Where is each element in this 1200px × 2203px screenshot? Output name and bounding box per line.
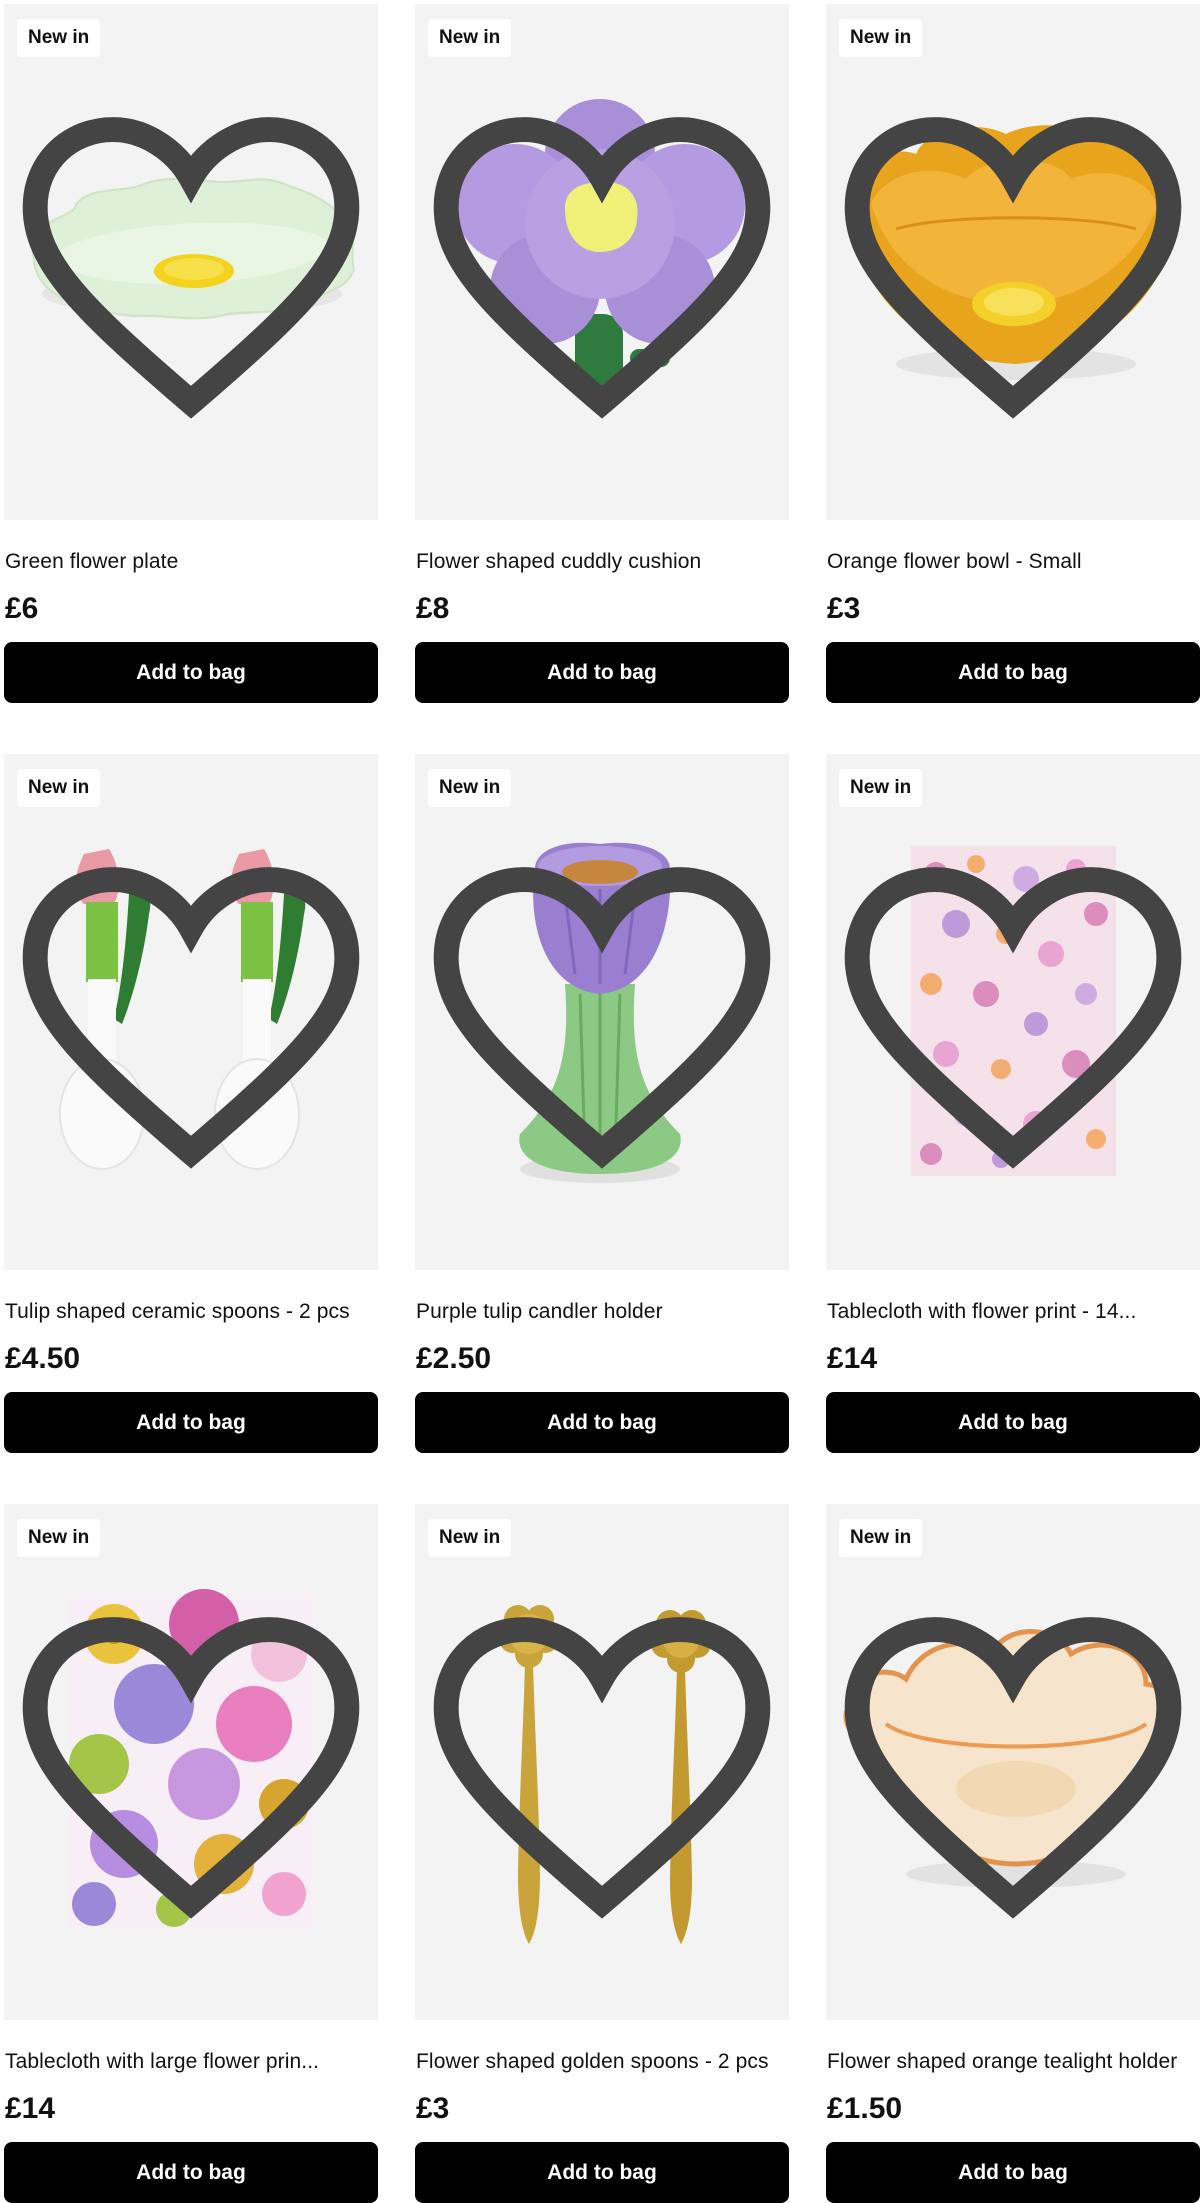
add-to-bag-button[interactable]: Add to bag [4,642,378,703]
product-image[interactable]: New in [415,4,789,520]
product-image[interactable]: New in [4,4,378,520]
heart-outline-icon[interactable] [4,1504,378,2020]
product-title[interactable]: Flower shaped golden spoons - 2 pcs [416,2050,788,2074]
product-image[interactable]: New in [826,1504,1200,2020]
product-image[interactable]: New in [415,1504,789,2020]
heart-outline-icon[interactable] [4,754,378,1270]
add-to-bag-button[interactable]: Add to bag [826,1392,1200,1453]
product-title[interactable]: Purple tulip candler holder [416,1300,788,1324]
product-price: £3 [827,592,861,625]
heart-outline-icon[interactable] [826,1504,1200,2020]
product-price: £4.50 [5,1342,81,1375]
heart-outline-icon[interactable] [4,4,378,520]
add-to-bag-button[interactable]: Add to bag [415,2142,789,2203]
add-to-bag-button[interactable]: Add to bag [415,642,789,703]
product-image[interactable]: New in [826,4,1200,520]
product-image[interactable]: New in [415,754,789,1270]
heart-outline-icon[interactable] [415,1504,789,2020]
product-title[interactable]: Flower shaped cuddly cushion [416,550,788,574]
add-to-bag-button[interactable]: Add to bag [415,1392,789,1453]
product-price: £14 [827,1342,878,1375]
product-grid: New in Green flower plate £6 Add to bag … [0,0,1200,2203]
product-price: £1.50 [827,2092,903,2125]
product-title[interactable]: Tablecloth with flower print - 14... [827,1300,1199,1324]
product-price: £6 [5,592,39,625]
product-title[interactable]: Tablecloth with large flower prin... [5,2050,377,2074]
product-price: £8 [416,592,450,625]
product-title[interactable]: Flower shaped orange tealight holder [827,2050,1199,2074]
product-title[interactable]: Tulip shaped ceramic spoons - 2 pcs [5,1300,377,1324]
add-to-bag-button[interactable]: Add to bag [826,2142,1200,2203]
add-to-bag-button[interactable]: Add to bag [4,1392,378,1453]
heart-outline-icon[interactable] [826,754,1200,1270]
product-image[interactable]: New in [4,754,378,1270]
product-price: £14 [5,2092,56,2125]
product-image[interactable]: New in [826,754,1200,1270]
product-title[interactable]: Green flower plate [5,550,377,574]
product-title[interactable]: Orange flower bowl - Small [827,550,1199,574]
add-to-bag-button[interactable]: Add to bag [4,2142,378,2203]
heart-outline-icon[interactable] [826,4,1200,520]
heart-outline-icon[interactable] [415,754,789,1270]
add-to-bag-button[interactable]: Add to bag [826,642,1200,703]
product-image[interactable]: New in [4,1504,378,2020]
product-price: £3 [416,2092,450,2125]
product-price: £2.50 [416,1342,492,1375]
heart-outline-icon[interactable] [415,4,789,520]
